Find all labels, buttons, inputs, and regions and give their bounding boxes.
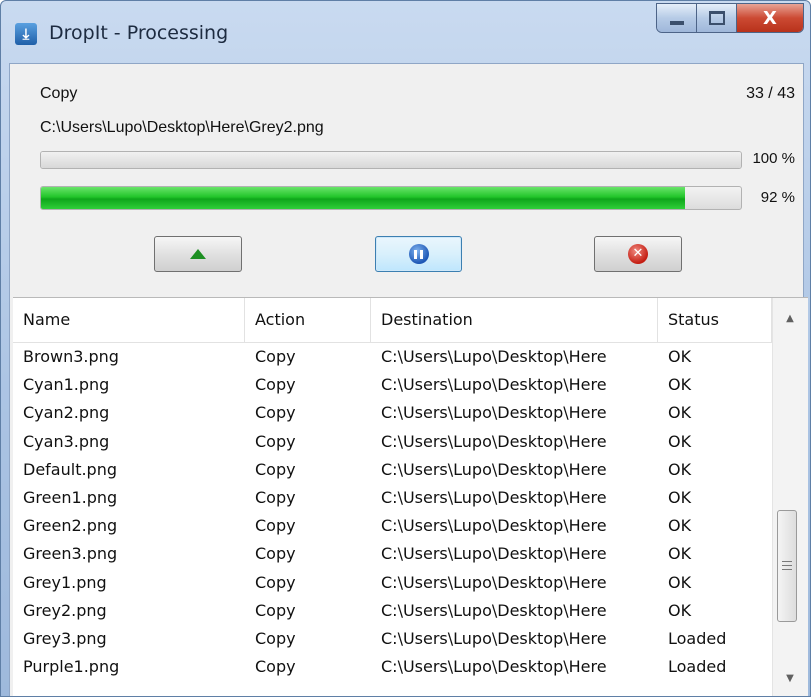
destination-cell: C:\Users\Lupo\Desktop\Here [381,572,607,592]
action-cell: Copy [255,375,296,395]
table-row[interactable]: Default.png Copy C:\Users\Lupo\Desktop\Her… [13,456,772,484]
action-cell: Copy [255,544,296,564]
scrollbar-thumb[interactable] [777,510,797,622]
action-cell: Copy [255,657,296,677]
dropit-app-icon: ⤓ [15,23,37,45]
dropit-window: ⤓ DropIt - Processing X Copy 33 / 43 C:\… [0,0,811,697]
status-cell: Loaded [668,657,727,677]
file-name-cell: Green1.png [23,487,118,507]
status-cell: OK [668,544,692,564]
file-name-cell: Cyan3.png [23,431,110,451]
table-row[interactable]: Brown3.png Copy C:\Users\Lupo\Desktop\Here… [13,343,772,371]
destination-cell: C:\Users\Lupo\Desktop\Here [381,487,607,507]
table-row[interactable]: Cyan2.png Copy C:\Users\Lupo\Desktop\Here O… [13,399,772,427]
minimize-icon [669,21,684,25]
destination-cell: C:\Users\Lupo\Desktop\Here [381,657,607,677]
window-title: DropIt - Processing [49,22,229,44]
list-header: Name Action Destination Status [13,298,772,343]
overall-percent: 92 % [760,189,795,206]
column-header-action[interactable]: Action [245,298,371,342]
file-list[interactable]: Name Action Destination Status Brown3.pn… [13,297,808,696]
expand-list-button[interactable] [154,236,242,272]
action-cell: Copy [255,431,296,451]
current-file-progress-bar [40,151,742,169]
destination-cell: C:\Users\Lupo\Desktop\Here [381,347,607,366]
close-button[interactable]: X [737,4,803,32]
file-name-cell: Cyan2.png [23,403,110,423]
overall-progress-bar [40,186,742,210]
file-name-cell: Purple1.png [23,657,120,677]
column-header-status[interactable]: Status [658,298,772,342]
status-cell: OK [668,572,692,592]
column-header-destination[interactable]: Destination [371,298,658,342]
destination-cell: C:\Users\Lupo\Desktop\Here [381,516,607,536]
pause-button[interactable] [375,236,462,272]
file-count: 33 / 43 [746,85,795,102]
file-name-cell: Grey2.png [23,600,107,620]
file-name-cell: Green2.png [23,516,118,536]
grip-icon [782,561,792,570]
status-cell: Loaded [668,628,727,648]
table-row[interactable]: Grey3.png Copy C:\Users\Lupo\Desktop\Here L… [13,625,772,653]
action-cell: Copy [255,572,296,592]
status-cell: OK [668,403,692,423]
file-name-cell: Brown3.png [23,347,119,366]
action-label: Copy [40,85,78,102]
destination-cell: C:\Users\Lupo\Desktop\Here [381,600,607,620]
table-row[interactable]: Green3.png Copy C:\Users\Lupo\Desktop\Here… [13,540,772,568]
column-header-name[interactable]: Name [13,298,245,342]
title-bar[interactable]: ⤓ DropIt - Processing X [1,1,810,63]
table-row[interactable]: Grey1.png Copy C:\Users\Lupo\Desktop\Here O… [13,569,772,597]
action-cell: Copy [255,600,296,620]
destination-cell: C:\Users\Lupo\Desktop\Here [381,459,607,479]
table-row[interactable]: Grey2.png Copy C:\Users\Lupo\Desktop\Here O… [13,597,772,625]
scroll-up-arrow-icon[interactable]: ▲ [783,312,797,326]
action-cell: Copy [255,459,296,479]
action-cell: Copy [255,487,296,507]
destination-cell: C:\Users\Lupo\Desktop\Here [381,544,607,564]
status-cell: OK [668,375,692,395]
destination-cell: C:\Users\Lupo\Desktop\Here [381,375,607,395]
vertical-scrollbar[interactable]: ▲ ▼ [772,298,808,696]
status-cell: OK [668,431,692,451]
overall-progress-fill [41,187,685,209]
action-cell: Copy [255,403,296,423]
file-name-cell: Default.png [23,459,117,479]
stop-button[interactable]: ✕ [594,236,682,272]
table-row[interactable]: Cyan3.png Copy C:\Users\Lupo\Desktop\Here O… [13,428,772,456]
file-name-cell: Grey3.png [23,628,107,648]
destination-cell: C:\Users\Lupo\Desktop\Here [381,403,607,423]
current-file-percent: 100 % [752,150,795,167]
maximize-button[interactable] [697,4,737,32]
file-name-cell: Grey1.png [23,572,107,592]
action-cell: Copy [255,516,296,536]
window-controls: X [656,3,804,33]
close-circle-icon: ✕ [628,244,648,264]
file-name-cell: Cyan1.png [23,375,110,395]
maximize-icon [708,11,725,25]
action-cell: Copy [255,347,296,366]
destination-cell: C:\Users\Lupo\Desktop\Here [381,628,607,648]
status-cell: OK [668,347,692,366]
action-cell: Copy [255,628,296,648]
status-cell: OK [668,459,692,479]
triangle-up-icon [190,249,206,259]
current-file-path: C:\Users\Lupo\Desktop\Here\Grey2.png [40,119,324,136]
current-file-progress-fill [41,152,741,168]
pause-icon [408,244,429,264]
destination-cell: C:\Users\Lupo\Desktop\Here [381,431,607,451]
minimize-button[interactable] [657,4,697,32]
file-name-cell: Green3.png [23,544,118,564]
status-cell: OK [668,487,692,507]
list-rows: Brown3.png Copy C:\Users\Lupo\Desktop\Here… [13,343,772,681]
table-row[interactable]: Green2.png Copy C:\Users\Lupo\Desktop\Here… [13,512,772,540]
table-row[interactable]: Cyan1.png Copy C:\Users\Lupo\Desktop\Here O… [13,371,772,399]
close-icon: X [763,7,777,29]
table-row[interactable]: Purple1.png Copy C:\Users\Lupo\Desktop\Her… [13,653,772,681]
status-cell: OK [668,600,692,620]
scroll-down-arrow-icon[interactable]: ▼ [783,672,797,686]
status-cell: OK [668,516,692,536]
table-row[interactable]: Green1.png Copy C:\Users\Lupo\Desktop\Here… [13,484,772,512]
